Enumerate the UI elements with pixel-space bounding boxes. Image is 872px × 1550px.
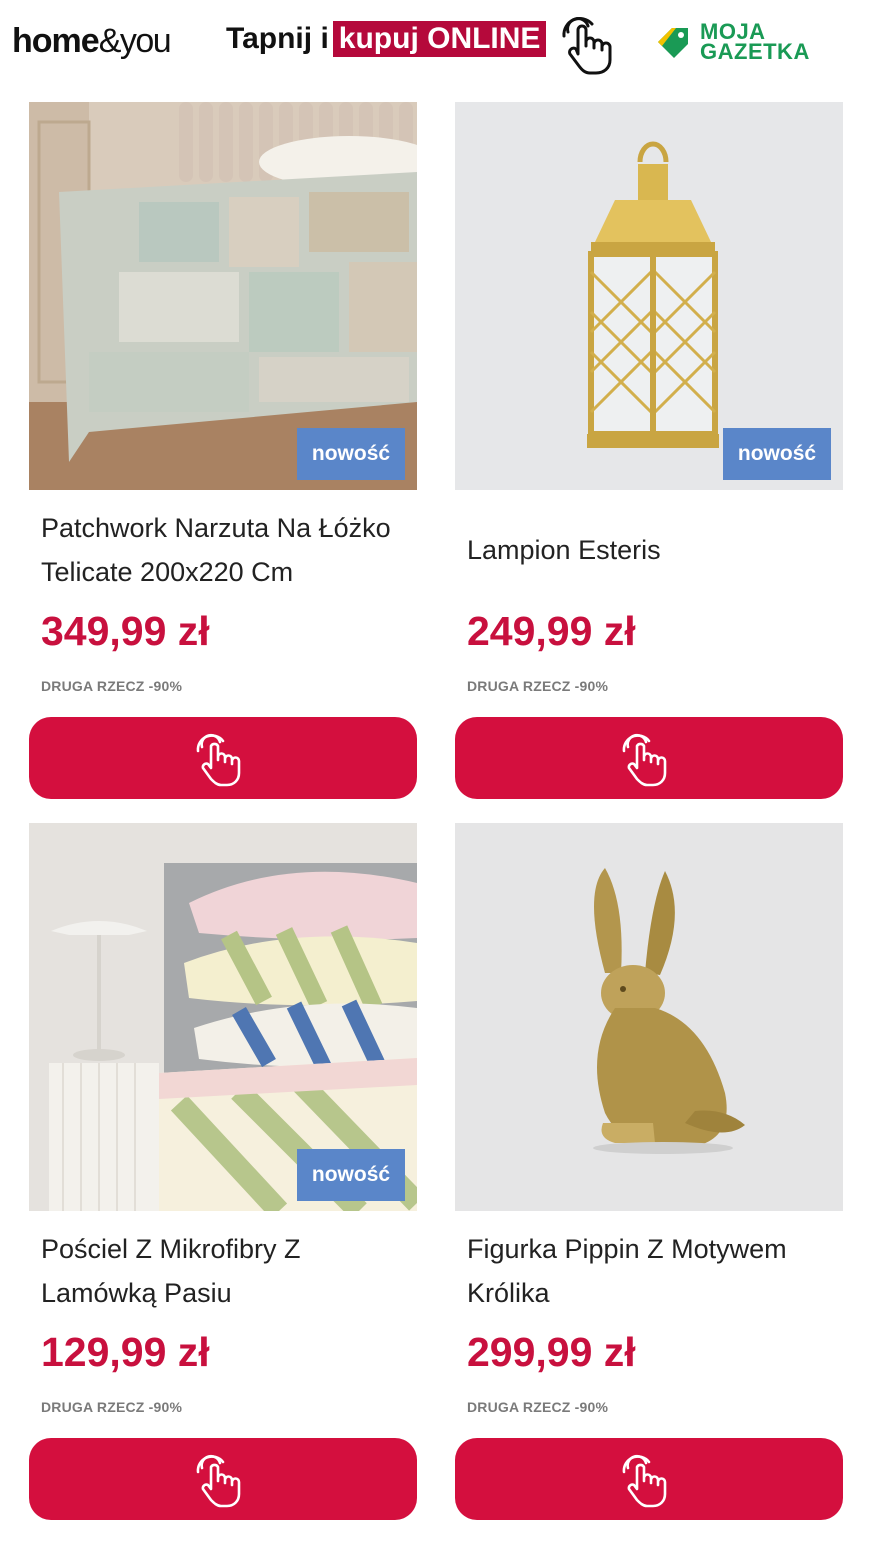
product-price: 349,99 zł bbox=[41, 608, 210, 654]
promo-label: DRUGA RZECZ -90% bbox=[467, 678, 609, 694]
home-and-you-logo[interactable]: home&you bbox=[12, 22, 172, 61]
header: home&you Tapnij i kupuj ONLINE MOJA GAZE… bbox=[0, 0, 872, 96]
product-image-rabbit[interactable] bbox=[455, 823, 843, 1211]
product-card: nowość Lampion Esteris 249,99 zł DRUGA R… bbox=[455, 102, 843, 802]
product-title[interactable]: Patchwork Narzuta Na Łóżko Telicate 200x… bbox=[41, 506, 411, 594]
product-price: 299,99 zł bbox=[467, 1329, 636, 1375]
promo-label: DRUGA RZECZ -90% bbox=[41, 678, 183, 694]
tap-hand-icon bbox=[196, 1454, 241, 1508]
product-title[interactable]: Lampion Esteris bbox=[467, 528, 837, 572]
tap-hand-icon bbox=[196, 733, 241, 787]
tagline-highlight: kupuj ONLINE bbox=[332, 21, 547, 57]
product-image-bedspread[interactable]: nowość bbox=[29, 102, 417, 490]
promo-label: DRUGA RZECZ -90% bbox=[41, 1399, 183, 1415]
tap-hand-icon bbox=[622, 733, 667, 787]
tag-logo-icon bbox=[658, 28, 688, 58]
product-image-lantern[interactable]: nowość bbox=[455, 102, 843, 490]
brand-bold: home bbox=[12, 22, 100, 60]
moja-gazetka-text: MOJA GAZETKA bbox=[700, 21, 810, 64]
new-badge: nowość bbox=[297, 1149, 405, 1201]
buy-online-button[interactable] bbox=[29, 717, 417, 799]
product-card: nowość Patchwork Narzuta Na Łóżko Telica… bbox=[29, 102, 417, 802]
tap-hand-icon bbox=[562, 17, 612, 75]
rabbit-figurine-photo bbox=[455, 823, 843, 1211]
buy-online-button[interactable] bbox=[455, 717, 843, 799]
product-card: nowość Pościel Z Mikrofibry Z Lamówką Pa… bbox=[29, 823, 417, 1523]
promo-label: DRUGA RZECZ -90% bbox=[467, 1399, 609, 1415]
tap-hand-icon bbox=[622, 1454, 667, 1508]
buy-online-button[interactable] bbox=[455, 1438, 843, 1520]
product-title[interactable]: Pościel Z Mikrofibry Z Lamówką Pasiu bbox=[41, 1227, 411, 1315]
brand-light: &you bbox=[98, 22, 172, 60]
product-card: Figurka Pippin Z Motywem Królika 299,99 … bbox=[455, 823, 843, 1523]
product-listing-page: home&you Tapnij i kupuj ONLINE MOJA GAZE… bbox=[0, 0, 872, 1550]
tagline-plain: Tapnij i bbox=[226, 22, 329, 55]
product-title[interactable]: Figurka Pippin Z Motywem Królika bbox=[467, 1227, 837, 1315]
product-price: 129,99 zł bbox=[41, 1329, 210, 1375]
new-badge: nowość bbox=[723, 428, 831, 480]
product-price: 249,99 zł bbox=[467, 608, 636, 654]
partner-line-2: GAZETKA bbox=[700, 39, 810, 64]
tap-to-buy-banner[interactable]: Tapnij i kupuj ONLINE bbox=[226, 20, 547, 58]
moja-gazetka-logo[interactable]: MOJA GAZETKA bbox=[654, 21, 810, 64]
buy-online-button[interactable] bbox=[29, 1438, 417, 1520]
product-image-bedding[interactable]: nowość bbox=[29, 823, 417, 1211]
new-badge: nowość bbox=[297, 428, 405, 480]
